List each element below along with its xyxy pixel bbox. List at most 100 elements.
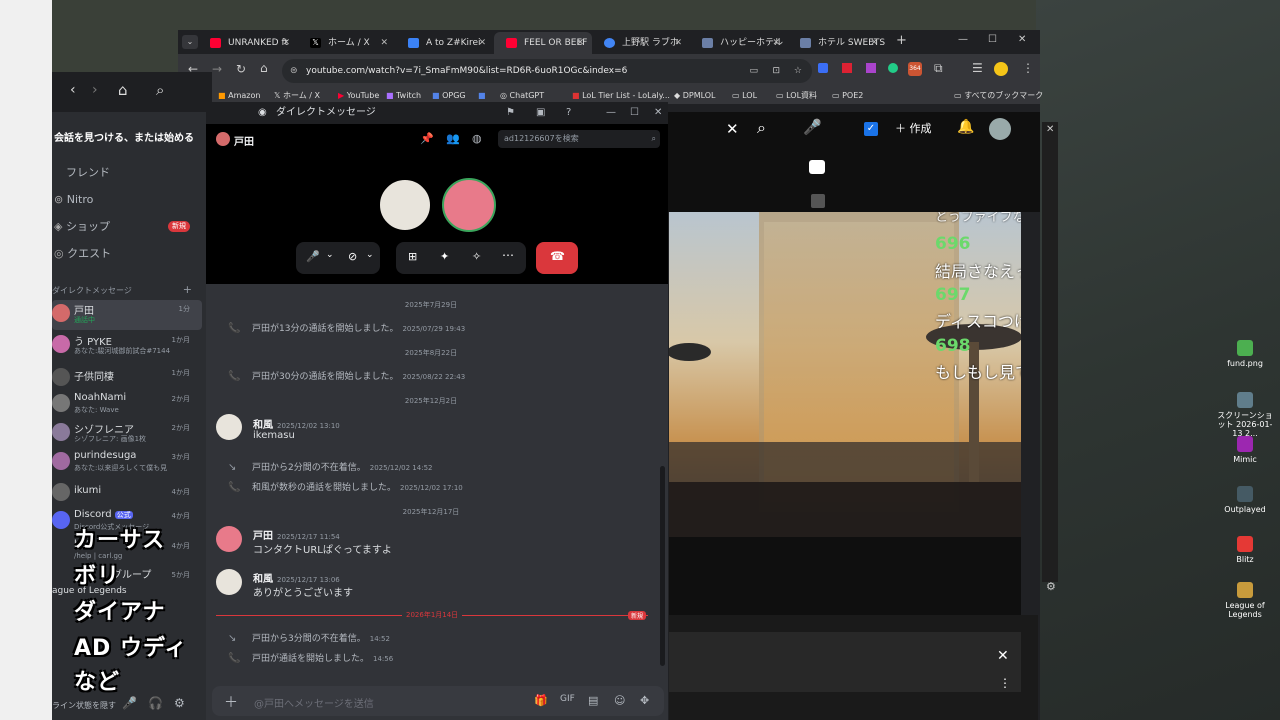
- desktop-icon-lol[interactable]: League of Legends: [1215, 582, 1275, 619]
- dm-item-active[interactable]: 戸田 通話中 1分: [52, 300, 202, 330]
- avatar[interactable]: [216, 414, 242, 440]
- extensions-puzzle-icon[interactable]: ⧉: [934, 61, 943, 76]
- extension-icon[interactable]: [842, 63, 852, 73]
- inbox-icon[interactable]: ▣: [536, 102, 545, 124]
- minimize-icon[interactable]: —: [958, 34, 968, 45]
- avatar[interactable]: [216, 569, 242, 595]
- bookmark-folder-poe2[interactable]: ▭ POE2: [832, 90, 863, 102]
- bookmark-chatgpt[interactable]: ◎ ChatGPT: [500, 90, 544, 102]
- more-options-icon[interactable]: ⋮: [999, 676, 1011, 690]
- gif-icon[interactable]: GIF: [560, 694, 575, 704]
- checkbox-extension-icon[interactable]: ✓: [864, 122, 878, 136]
- bookmark-folder-lol[interactable]: ▭ LOL: [732, 90, 757, 102]
- close-tab-icon[interactable]: ✕: [870, 32, 878, 54]
- maximize-icon[interactable]: ☐: [988, 34, 997, 45]
- dm-item[interactable]: NoahNami あなた: Wave 2か月: [52, 390, 202, 420]
- add-dm-icon[interactable]: +: [183, 283, 192, 296]
- clear-search-icon[interactable]: ✕: [726, 120, 739, 138]
- settings-icon[interactable]: ⚙: [1046, 580, 1062, 596]
- dm-item[interactable]: う PYKE あなた:駿河城御前試合#7144 1か月: [52, 331, 202, 361]
- profile-icon[interactable]: ◍: [472, 132, 482, 145]
- desktop-icon-screenshot[interactable]: スクリーンショット 2026-01-13 2...: [1215, 392, 1275, 438]
- mic-controls[interactable]: 🎤 ⌄ ⊘ ⌄: [296, 242, 380, 274]
- extension-icon[interactable]: [818, 63, 828, 73]
- add-friend-icon[interactable]: 👥: [446, 132, 460, 145]
- bookmark-amazon[interactable]: ■ Amazon: [218, 90, 260, 102]
- nav-nitro[interactable]: ⊚ Nitro: [52, 189, 202, 211]
- flag-icon[interactable]: ⚑: [506, 102, 515, 124]
- video-player[interactable]: とうファイブなつは 696 結局さなえってちやほやされただけで大した 697 デ…: [669, 212, 1021, 537]
- profile-avatar[interactable]: [994, 62, 1008, 76]
- bookmark-unnamed[interactable]: ■: [478, 90, 486, 102]
- bookmark-opgg[interactable]: ■ OPGG: [432, 90, 466, 102]
- screen-share-icon[interactable]: ⊞: [408, 250, 417, 263]
- extension-badge[interactable]: 364: [908, 62, 922, 76]
- microphone-icon[interactable]: 🎤: [306, 250, 320, 263]
- cast-icon[interactable]: ▭: [749, 59, 758, 83]
- home-icon[interactable]: ⌂: [260, 61, 268, 75]
- bookmark-x[interactable]: 𝕏 ホーム / X: [274, 90, 320, 102]
- minimize-icon[interactable]: —: [606, 102, 616, 124]
- bookmark-twitch[interactable]: ■ Twitch: [386, 90, 421, 102]
- close-tab-icon[interactable]: ✕: [380, 32, 388, 54]
- address-bar[interactable]: ⊜ youtube.com/watch?v=7i_SmaFmM90&list=R…: [282, 59, 812, 83]
- find-conversation-button[interactable]: 会話を見つける、または始める: [52, 126, 202, 152]
- dm-item[interactable]: シゾフレニア シゾフレニア: 画像1枚 2か月: [52, 419, 202, 449]
- back-icon[interactable]: ‹: [70, 82, 76, 98]
- apps-icon[interactable]: ✥: [640, 694, 649, 707]
- close-icon[interactable]: ✕: [654, 102, 662, 124]
- search-input[interactable]: ad12126607を検索 ⌕: [498, 130, 660, 148]
- tab-2[interactable]: A to Z#Kirei ✕: [396, 32, 494, 54]
- soundboard-icon[interactable]: ✧: [472, 250, 481, 263]
- nav-quests[interactable]: ◎ クエスト: [52, 243, 202, 265]
- disconnect-button[interactable]: ☎: [536, 242, 578, 274]
- chevron-down-icon[interactable]: ⌄: [366, 250, 374, 260]
- chat-toggle-icon[interactable]: [809, 160, 825, 174]
- forward-icon[interactable]: →: [212, 62, 222, 76]
- extension-icon[interactable]: [888, 63, 898, 73]
- close-tab-icon[interactable]: ✕: [576, 32, 584, 54]
- maximize-icon[interactable]: ☐: [630, 102, 639, 124]
- caller-avatar[interactable]: [378, 178, 432, 232]
- tab-3-active[interactable]: FEEL OR BEEF ✕: [494, 32, 592, 54]
- headphones-icon[interactable]: 🎧: [148, 696, 163, 710]
- nav-shop[interactable]: ◈ ショップ 新規: [52, 216, 202, 238]
- user-settings-icon[interactable]: ⚙: [174, 696, 185, 710]
- dm-item[interactable]: ikumi 4か月: [52, 479, 202, 509]
- bookmark-youtube[interactable]: ▶ YouTube: [338, 90, 379, 102]
- close-tab-icon[interactable]: ✕: [674, 32, 682, 54]
- account-avatar[interactable]: [989, 118, 1011, 140]
- message-composer[interactable]: ＋ @戸田へメッセージを送信 🎁 GIF ▤ ☺ ✥: [212, 686, 664, 716]
- search-icon[interactable]: ⌕: [156, 81, 164, 99]
- bookmark-dpmlol[interactable]: ◆ DPMLOL: [674, 90, 716, 102]
- desktop-icon-fund[interactable]: fund.png: [1215, 340, 1275, 368]
- close-tab-icon[interactable]: ✕: [282, 32, 290, 54]
- microphone-icon[interactable]: 🎤: [803, 118, 822, 136]
- desktop-icon-mimic[interactable]: Mimic: [1215, 436, 1275, 464]
- gift-icon[interactable]: 🎁: [534, 694, 548, 707]
- tab-5[interactable]: ハッピーホテル ✕: [690, 32, 788, 54]
- new-tab-icon[interactable]: +: [896, 33, 907, 48]
- install-icon[interactable]: ⊡: [772, 59, 780, 83]
- menu-icon[interactable]: ⋮: [1022, 61, 1034, 75]
- close-tab-icon[interactable]: ✕: [772, 32, 780, 54]
- nav-friends[interactable]: フレンド: [52, 162, 202, 184]
- tab-4[interactable]: 上野駅 ラブホ ✕: [592, 32, 690, 54]
- activities-icon[interactable]: ✦: [440, 250, 449, 263]
- close-window-icon[interactable]: ✕: [1018, 34, 1026, 45]
- home-icon[interactable]: ⌂: [118, 81, 128, 99]
- reading-list-icon[interactable]: ☰: [972, 61, 983, 75]
- all-bookmarks[interactable]: ▭ すべてのブックマーク: [954, 90, 1043, 102]
- site-info-icon[interactable]: ⊜: [290, 59, 298, 83]
- help-icon[interactable]: ?: [566, 102, 571, 124]
- emoji-icon[interactable]: ☺: [614, 694, 625, 707]
- create-button[interactable]: ＋ 作成: [895, 120, 932, 136]
- close-panel-icon[interactable]: ✕: [997, 648, 1009, 664]
- attach-plus-icon[interactable]: ＋: [224, 692, 238, 712]
- bookmark-star-icon[interactable]: ☆: [794, 59, 802, 83]
- desktop-icon-outplayed[interactable]: Outplayed: [1215, 486, 1275, 514]
- bookmark-folder-lol-docs[interactable]: ▭ LOL資料: [776, 90, 817, 102]
- avatar[interactable]: [216, 526, 242, 552]
- caller-avatar-speaking[interactable]: [442, 178, 496, 232]
- sticker-icon[interactable]: ▤: [588, 694, 598, 707]
